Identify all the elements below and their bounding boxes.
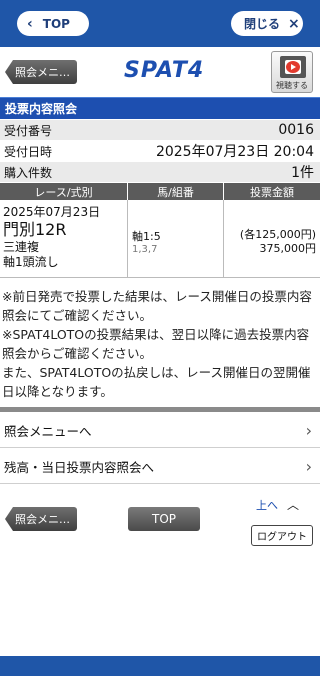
inquiry-menu-link[interactable]: 照会メニューへ › bbox=[0, 413, 320, 448]
play-icon bbox=[286, 61, 300, 73]
logout-button[interactable]: ログアウト bbox=[251, 525, 313, 546]
divider bbox=[0, 407, 320, 412]
race-cell: 2025年07月23日 門別12R 三連複 軸1頭流し bbox=[0, 200, 128, 278]
close-icon: × bbox=[288, 15, 300, 32]
amount-each: (各125,000円) bbox=[239, 228, 316, 241]
race-name: 門別12R bbox=[3, 220, 67, 239]
bet-table-row: 2025年07月23日 門別12R 三連複 軸1頭流し 軸1:5 1,3,7 (… bbox=[0, 200, 320, 278]
chevron-right-icon: › bbox=[305, 456, 312, 476]
watch-video-label: 視聴する bbox=[276, 81, 308, 90]
combination: 1,3,7 bbox=[132, 244, 158, 255]
purchase-count-row: 購入件数 1件 bbox=[0, 162, 320, 182]
balance-inquiry-link-label: 残高・当日投票内容照会へ bbox=[4, 459, 155, 475]
inquiry-menu-link-label: 照会メニューへ bbox=[4, 423, 92, 439]
receipt-datetime-value: 2025年07月23日 20:04 bbox=[155, 144, 314, 160]
notes: ※前日発売で投票した結果は、レース開催日の投票内容照会にてご確認ください。 ※S… bbox=[2, 287, 318, 401]
bet-table-header: レース/式別 馬/組番 投票金額 bbox=[0, 183, 320, 200]
page-footer: 照会メニ… TOP 上へ ︿ ログアウト bbox=[0, 490, 320, 550]
column-header-horse: 馬/組番 bbox=[128, 183, 224, 200]
watch-video-button[interactable]: 視聴する bbox=[271, 51, 313, 93]
bet-type: 三連複 bbox=[3, 240, 40, 254]
chevron-left-icon: ‹ bbox=[27, 15, 33, 32]
top-button[interactable]: ‹ TOP bbox=[17, 11, 89, 36]
browser-bottom-bar bbox=[0, 656, 320, 676]
purchase-count-label: 購入件数 bbox=[4, 165, 53, 180]
receipt-datetime-row: 受付日時 2025年07月23日 20:04 bbox=[0, 141, 320, 161]
footer-inquiry-menu-back-button[interactable]: 照会メニ… bbox=[5, 507, 77, 531]
page-header: 照会メニ… SPAT4 視聴する bbox=[0, 47, 320, 96]
amount-cell: (各125,000円) 375,000円 bbox=[224, 200, 320, 278]
inquiry-menu-back-button[interactable]: 照会メニ… bbox=[5, 60, 77, 84]
note-advance-sale: ※前日発売で投票した結果は、レース開催日の投票内容照会にてご確認ください。 bbox=[2, 289, 312, 323]
scroll-up-link[interactable]: 上へ bbox=[256, 497, 278, 513]
horse-cell: 軸1:5 1,3,7 bbox=[128, 200, 224, 278]
bet-method: 軸1頭流し bbox=[3, 255, 59, 269]
receipt-number-row: 受付番号 0016 bbox=[0, 120, 320, 140]
top-button-label: TOP bbox=[42, 16, 70, 31]
column-header-amount: 投票金額 bbox=[250, 185, 294, 199]
amount-total: 375,000円 bbox=[259, 242, 317, 255]
spat4-logo: SPAT4 bbox=[124, 58, 205, 83]
close-button-label: 閉じる bbox=[244, 17, 281, 31]
balance-inquiry-link[interactable]: 残高・当日投票内容照会へ › bbox=[0, 449, 320, 484]
section-title: 投票内容照会 bbox=[0, 97, 320, 119]
note-loto-results: ※SPAT4LOTOの投票結果は、翌日以降に過去投票内容照会からご確認ください。 bbox=[2, 327, 310, 361]
receipt-datetime-label: 受付日時 bbox=[4, 144, 53, 159]
chevron-right-icon: › bbox=[305, 420, 312, 440]
browser-top-bar: ‹ TOP 閉じる × bbox=[0, 0, 320, 47]
column-header-race: レース/式別 bbox=[0, 183, 128, 200]
chevron-up-icon[interactable]: ︿ bbox=[287, 496, 299, 513]
axis-horse: 軸1:5 bbox=[132, 230, 161, 243]
race-date: 2025年07月23日 bbox=[3, 205, 101, 219]
purchase-count-value: 1件 bbox=[291, 165, 314, 181]
close-button[interactable]: 閉じる × bbox=[231, 11, 303, 36]
receipt-number-value: 0016 bbox=[278, 122, 314, 138]
note-loto-payout: また、SPAT4LOTOの払戻しは、レース開催日の翌開催日以降となります。 bbox=[2, 365, 311, 399]
receipt-number-label: 受付番号 bbox=[4, 123, 53, 138]
footer-top-button[interactable]: TOP bbox=[128, 507, 200, 531]
